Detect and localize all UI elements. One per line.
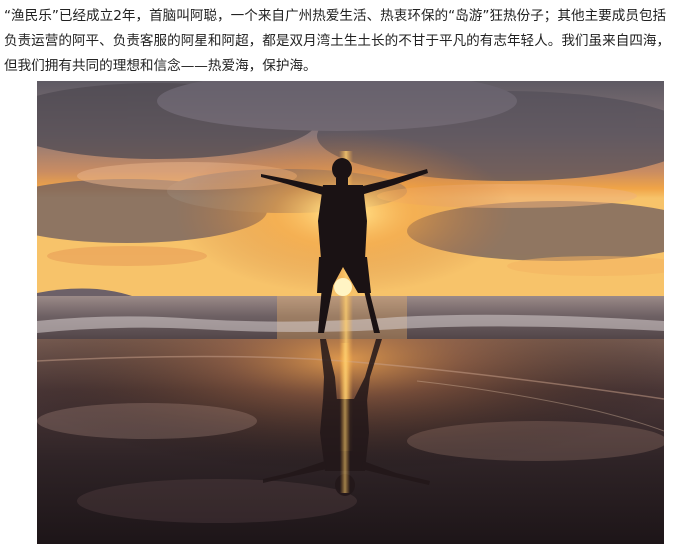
article-paragraph: “渔民乐”已经成立2年，首脑叫阿聪，一个来自广州热爱生活、热衷环保的“岛游”狂热… — [4, 8, 671, 74]
sunset-beach-photo — [37, 81, 664, 544]
